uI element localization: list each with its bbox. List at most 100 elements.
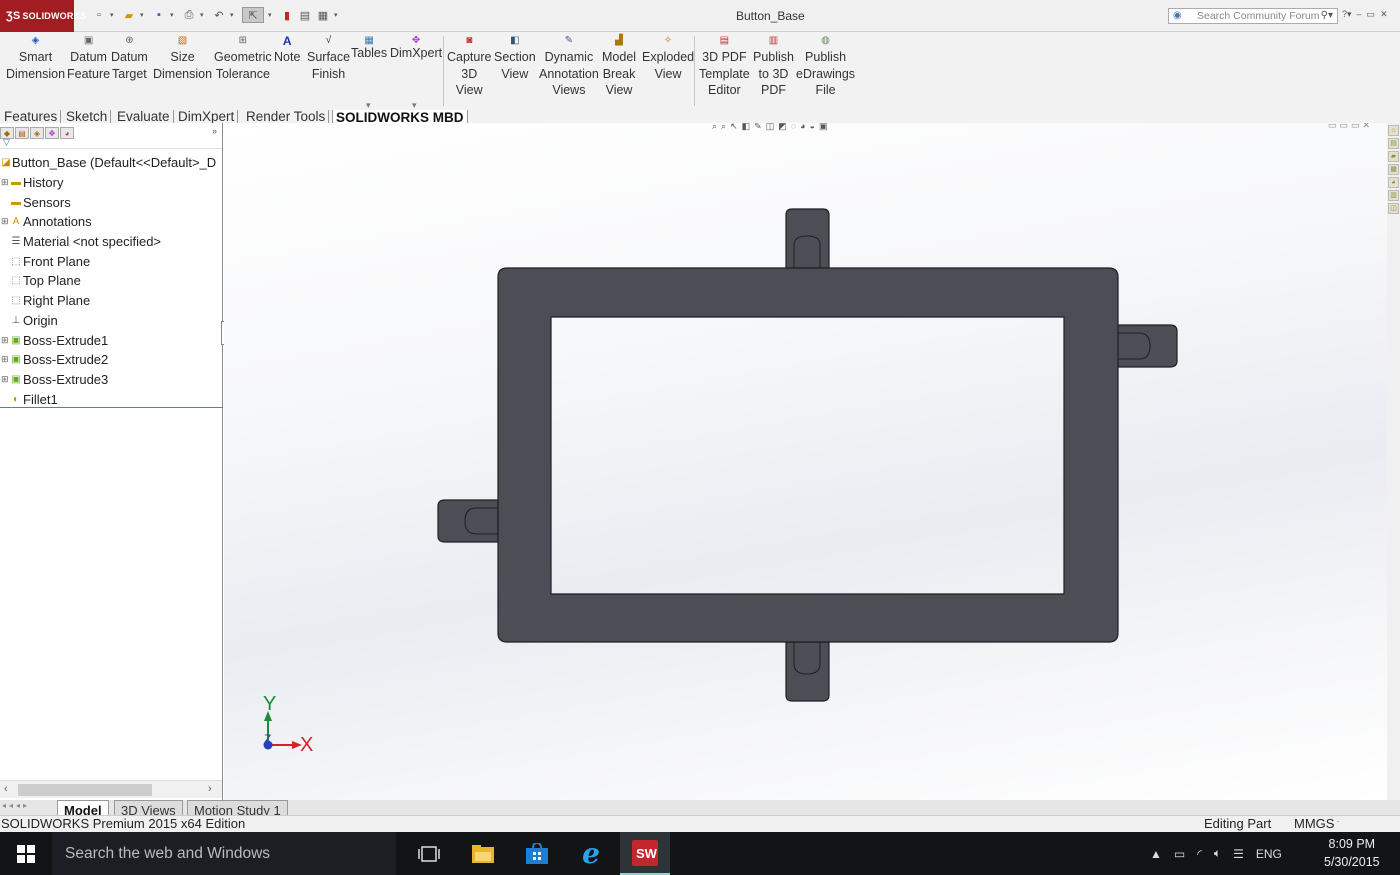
section-view-button[interactable]: ◧ Section View — [494, 34, 536, 82]
task-view-button[interactable] — [404, 832, 454, 875]
tree-item-boss-extrude1[interactable]: ⊞ ▣ Boss-Extrude1 — [0, 330, 223, 350]
tree-item-fillet1[interactable]: ◐ Fillet1 — [0, 389, 223, 409]
publish-to-3d-pdf-button[interactable]: ▥ Publish to 3D PDF — [753, 34, 794, 99]
configuration-manager-tab-icon[interactable]: ◈ — [30, 127, 44, 139]
dynamic-annotation-views-button[interactable]: ✎ Dynamic Annotation Views — [539, 34, 599, 99]
scroll-right-icon[interactable]: › — [208, 783, 212, 795]
left-tab[interactable] — [437, 499, 499, 543]
view-palette-icon[interactable]: ▦ — [1388, 164, 1399, 175]
exploded-view-button[interactable]: ✧ Exploded View — [642, 34, 694, 82]
model-break-view-button[interactable]: ▟ Model Break View — [602, 34, 636, 99]
battery-icon[interactable]: ▭ — [1174, 847, 1185, 861]
panel-horizontal-scrollbar[interactable]: ‹ › — [0, 780, 222, 798]
search-scope-icon[interactable]: ◉ — [1173, 9, 1182, 23]
close-icon[interactable]: ✕ — [1380, 9, 1388, 20]
file-explorer-pane-icon[interactable]: ▰ — [1388, 151, 1399, 162]
options-icon[interactable]: ▦ — [316, 7, 330, 23]
datum-target-button[interactable]: ⊕ Datum Target — [111, 34, 148, 82]
tree-item-annotations[interactable]: ⊞ A Annotations — [0, 212, 223, 232]
model-viewport[interactable]: Y X Z — [224, 123, 1387, 800]
tree-item-right-plane[interactable]: ⬚ Right Plane — [0, 291, 223, 311]
solidworks-taskbar-button[interactable]: SW — [620, 832, 670, 875]
expand-icon[interactable]: ⊞ — [1, 374, 9, 385]
undo-dropdown-icon[interactable]: ▾ — [230, 7, 238, 23]
dimxpert-button[interactable]: ✥ DimXpert — [390, 34, 442, 62]
top-tab[interactable] — [785, 208, 830, 270]
capture-3d-view-button[interactable]: ◙ Capture 3D View — [447, 34, 491, 99]
tree-root-part[interactable]: ◪ Button_Base (Default<<Default>_D — [0, 153, 223, 173]
save-icon[interactable]: ▪ — [152, 7, 166, 23]
tree-item-sensors[interactable]: ▬ Sensors — [0, 192, 223, 212]
restore-icon[interactable]: ▭ — [1367, 9, 1376, 20]
unit-system-selector[interactable]: MMGS ˙ — [1294, 816, 1340, 831]
scroll-left-icon[interactable]: ‹ — [4, 783, 8, 795]
note-button[interactable]: A Note — [274, 34, 300, 66]
scrollbar-thumb[interactable] — [18, 784, 152, 796]
solidworks-logo[interactable]: ƷS SOLIDWORKS — [0, 0, 86, 32]
search-icon[interactable]: ⚲▾ — [1321, 9, 1333, 23]
tables-button[interactable]: ▦ Tables — [351, 34, 387, 62]
store-taskbar-button[interactable] — [512, 832, 562, 875]
3d-pdf-template-editor-button[interactable]: ▤ 3D PDF Template Editor — [699, 34, 750, 99]
smart-dimension-button[interactable]: ◈ Smart Dimension — [6, 34, 65, 82]
expand-icon[interactable]: ⊞ — [1, 216, 9, 227]
undo-icon[interactable]: ↶ — [212, 7, 226, 23]
tree-item-boss-extrude2[interactable]: ⊞ ▣ Boss-Extrude2 — [0, 350, 223, 370]
geometric-tolerance-button[interactable]: ⊞ Geometric Tolerance — [214, 34, 272, 82]
tab-sketch[interactable]: Sketch — [66, 110, 112, 123]
search-community-input[interactable]: ◉ Search Community Forum ⚲▾ — [1168, 8, 1338, 24]
tab-motion-study-1[interactable]: Motion Study 1 — [187, 800, 288, 815]
expand-icon[interactable]: ⊞ — [1, 335, 9, 346]
open-dropdown-icon[interactable]: ▾ — [140, 7, 148, 23]
select-dropdown-icon[interactable]: ▾ — [268, 7, 276, 23]
graphics-area[interactable]: ⌕ ⌕ ↖ ◧ ✎ ◫ ◩ ◌ ◕ ◒ ▣ ▭ ▭ ▭ ✕ Y X Z — [224, 123, 1387, 800]
file-properties-icon[interactable]: ▤ — [298, 7, 312, 23]
open-document-icon[interactable]: ▰ — [122, 7, 136, 23]
rebuild-icon[interactable]: ▮ — [280, 7, 294, 23]
forum-icon[interactable]: ◫ — [1388, 203, 1399, 214]
help-icon[interactable]: ?▾ — [1342, 9, 1352, 20]
tab-navigation-arrows-icon[interactable]: ◂◂◂▸ — [2, 801, 30, 810]
tree-item-material[interactable]: ☰ Material <not specified> — [0, 232, 223, 252]
expand-icon[interactable]: ⊞ — [1, 177, 9, 188]
tree-item-history[interactable]: ⊞ ▬ History — [0, 173, 223, 193]
wifi-icon[interactable]: ◜ — [1197, 847, 1202, 861]
select-cursor-icon[interactable]: ⇱ — [242, 7, 264, 23]
volume-icon[interactable]: 🔈︎ — [1214, 846, 1221, 861]
tree-filter[interactable]: ▽ — [0, 137, 222, 149]
tab-solidworks-mbd[interactable]: SOLIDWORKS MBD — [332, 110, 468, 123]
datum-feature-button[interactable]: ▣ Datum Feature — [67, 34, 110, 82]
base-frame[interactable] — [497, 267, 1119, 643]
tab-render-tools[interactable]: Render Tools — [246, 110, 330, 123]
new-dropdown-icon[interactable]: ▾ — [110, 7, 118, 23]
dimxpert-manager-tab-icon[interactable]: ✥ — [45, 127, 59, 139]
property-manager-tab-icon[interactable]: ▤ — [15, 127, 29, 139]
right-tab[interactable] — [1116, 324, 1178, 368]
new-document-icon[interactable]: ▫ — [92, 7, 106, 23]
button-base-part[interactable] — [437, 208, 1178, 702]
action-center-icon[interactable]: ☰ — [1233, 847, 1244, 861]
internet-explorer-taskbar-button[interactable]: e — [566, 832, 616, 875]
start-button[interactable] — [0, 832, 52, 875]
input-language[interactable]: ENG — [1256, 847, 1282, 861]
save-dropdown-icon[interactable]: ▾ — [170, 7, 178, 23]
design-library-icon[interactable]: ▤ — [1388, 138, 1399, 149]
taskbar-clock[interactable]: 8:09 PM 5/30/2015 — [1324, 835, 1380, 871]
tree-item-boss-extrude3[interactable]: ⊞ ▣ Boss-Extrude3 — [0, 370, 223, 390]
tab-features[interactable]: Features — [4, 110, 62, 123]
print-icon[interactable]: ⎙ — [182, 7, 196, 23]
tab-evaluate[interactable]: Evaluate — [117, 110, 174, 123]
minimize-icon[interactable]: – — [1357, 9, 1362, 20]
publish-edrawings-file-button[interactable]: ◍ Publish eDrawings File — [796, 34, 855, 99]
options-dropdown-icon[interactable]: ▾ — [334, 7, 342, 23]
display-manager-tab-icon[interactable]: ◕ — [60, 127, 74, 139]
file-explorer-taskbar-button[interactable] — [458, 832, 508, 875]
custom-properties-icon[interactable]: ▥ — [1388, 190, 1399, 201]
print-dropdown-icon[interactable]: ▾ — [200, 7, 208, 23]
taskbar-search-input[interactable]: Search the web and Windows — [52, 832, 396, 875]
tab-model[interactable]: Model — [57, 800, 109, 815]
solidworks-resources-icon[interactable]: ⌂ — [1388, 125, 1399, 136]
size-dimension-button[interactable]: ▧ Size Dimension — [153, 34, 212, 82]
tab-3d-views[interactable]: 3D Views — [114, 800, 183, 815]
bottom-tab[interactable] — [785, 641, 830, 702]
